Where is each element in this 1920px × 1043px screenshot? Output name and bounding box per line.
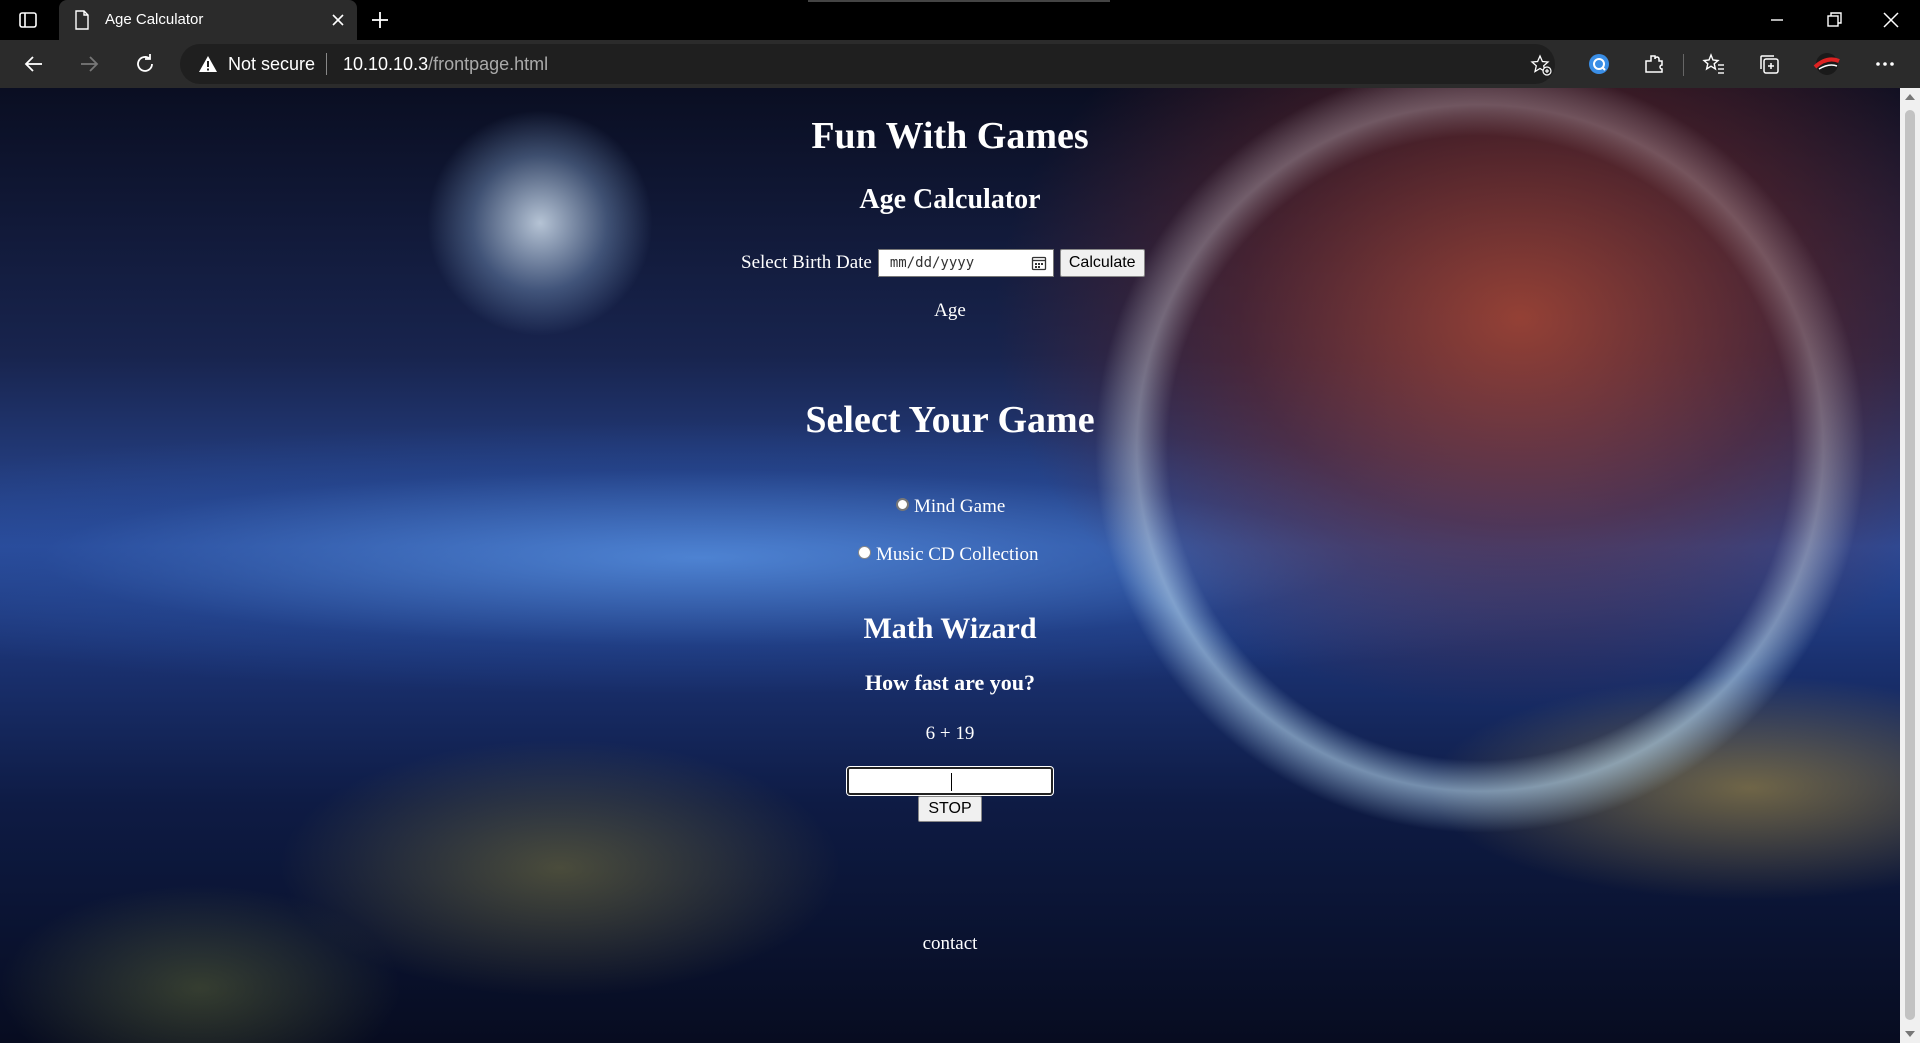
- address-toolbar: Not secure 10.10.10.3/frontpage.html: [0, 40, 1920, 88]
- drag-region: [808, 0, 1110, 2]
- mind-game-radio[interactable]: [896, 497, 909, 511]
- tab-age-calculator[interactable]: Age Calculator: [59, 0, 357, 40]
- warning-icon[interactable]: [198, 55, 218, 73]
- restore-icon[interactable]: [1822, 8, 1846, 32]
- birth-date-label: Select Birth Date: [741, 252, 872, 273]
- url-host: 10.10.10.3: [343, 54, 429, 74]
- minimize-icon[interactable]: [1765, 8, 1789, 32]
- toolbar-separator: [1683, 54, 1684, 76]
- select-game-heading: Select Your Game: [805, 399, 1095, 441]
- new-tab-icon[interactable]: [369, 9, 391, 31]
- music-cd-label[interactable]: Music CD Collection: [876, 544, 1039, 566]
- scroll-thumb[interactable]: [1905, 110, 1915, 1020]
- close-tab-icon[interactable]: [329, 11, 347, 29]
- age-calculator-heading: Age Calculator: [859, 184, 1041, 215]
- forward-icon[interactable]: [77, 52, 101, 76]
- page-scrollbar[interactable]: [1900, 88, 1920, 1043]
- refresh-icon[interactable]: [133, 52, 157, 76]
- math-wizard-heading: Math Wizard: [863, 612, 1037, 645]
- tab-actions-icon[interactable]: [18, 10, 38, 30]
- url-path: /frontpage.html: [428, 54, 549, 74]
- tab-strip: Age Calculator: [0, 0, 1920, 40]
- favorites-icon[interactable]: [1702, 52, 1726, 76]
- music-cd-radio[interactable]: [858, 545, 871, 559]
- address-separator: [326, 53, 327, 75]
- calculate-button[interactable]: Calculate: [1059, 249, 1145, 277]
- address-bar[interactable]: Not secure 10.10.10.3/frontpage.html: [180, 44, 1555, 84]
- more-options-icon[interactable]: [1873, 52, 1897, 76]
- tab-title: Age Calculator: [105, 11, 204, 28]
- back-icon[interactable]: [22, 52, 46, 76]
- game-option-mind-game[interactable]: Mind Game: [896, 496, 1005, 518]
- text-caret: [951, 773, 952, 791]
- math-problem: 6 + 19: [925, 723, 975, 744]
- math-wizard-question: How fast are you?: [864, 670, 1036, 695]
- age-result: Age: [934, 300, 966, 321]
- close-window-icon[interactable]: [1879, 8, 1903, 32]
- add-favorite-icon[interactable]: [1530, 54, 1552, 76]
- stop-button[interactable]: STOP: [918, 796, 982, 822]
- game-option-music-cd[interactable]: Music CD Collection: [858, 544, 1039, 566]
- mind-game-label[interactable]: Mind Game: [914, 496, 1005, 518]
- calendar-icon[interactable]: [1031, 255, 1047, 271]
- birth-date-input[interactable]: mm/dd/yyyy: [877, 249, 1054, 277]
- profile-avatar-icon[interactable]: [1811, 52, 1843, 76]
- contact-link[interactable]: contact: [0, 933, 1900, 955]
- scroll-up-icon[interactable]: [1905, 94, 1915, 100]
- date-placeholder: mm/dd/yyyy: [889, 255, 975, 271]
- security-label[interactable]: Not secure: [228, 54, 315, 75]
- url-text[interactable]: 10.10.10.3/frontpage.html: [343, 54, 548, 75]
- scroll-down-icon[interactable]: [1905, 1031, 1915, 1037]
- extensions-icon[interactable]: [1642, 52, 1666, 76]
- page-icon: [75, 10, 89, 30]
- site-title: Fun With Games: [811, 115, 1089, 157]
- answer-input[interactable]: [847, 767, 1053, 795]
- search-extension-icon[interactable]: [1587, 52, 1611, 76]
- collections-icon[interactable]: [1757, 52, 1781, 76]
- birth-date-row: Select Birth Date mm/dd/yyyy Calculate: [741, 248, 1145, 278]
- page-viewport: Fun With Games Age Calculator Select Bir…: [0, 88, 1900, 1043]
